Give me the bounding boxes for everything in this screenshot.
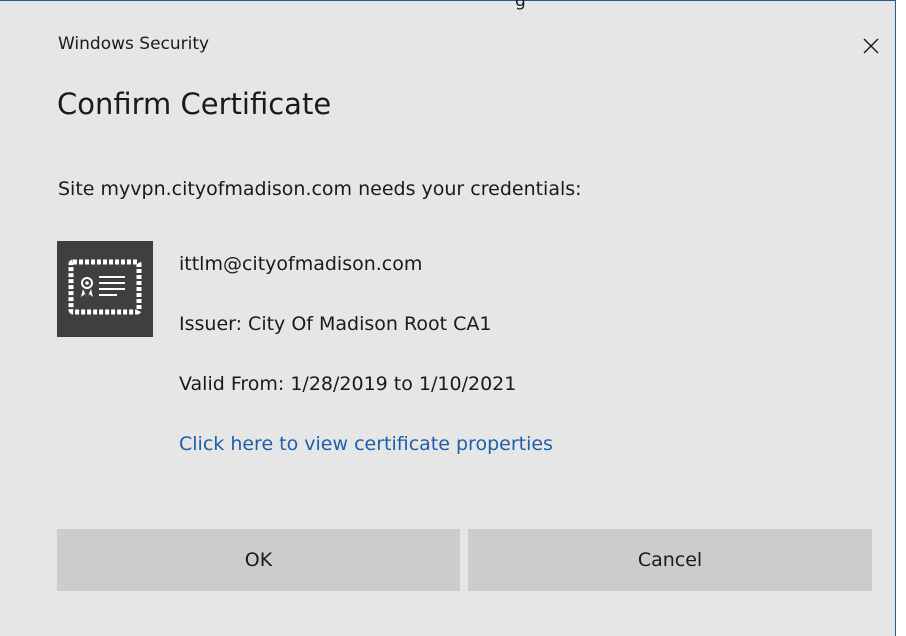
certificate-validity: Valid From: 1/28/2019 to 1/10/2021 bbox=[179, 373, 517, 395]
credentials-prompt: Site myvpn.cityofmadison.com needs your … bbox=[58, 178, 582, 200]
certificate-icon bbox=[57, 241, 153, 337]
ok-button[interactable]: OK bbox=[57, 529, 460, 591]
close-icon bbox=[863, 38, 879, 54]
clipped-text-fragment: g bbox=[515, 0, 526, 11]
window-title: Windows Security bbox=[58, 34, 210, 54]
windows-security-dialog: g Windows Security Confirm Certificate S… bbox=[0, 0, 896, 636]
certificate-issuer: Issuer: City Of Madison Root CA1 bbox=[179, 313, 492, 335]
certificate-subject: ittlm@cityofmadison.com bbox=[179, 253, 423, 275]
close-button[interactable] bbox=[856, 31, 886, 61]
view-certificate-properties-link[interactable]: Click here to view certificate propertie… bbox=[179, 433, 553, 455]
dialog-heading: Confirm Certificate bbox=[57, 87, 332, 121]
cancel-button[interactable]: Cancel bbox=[468, 529, 872, 591]
